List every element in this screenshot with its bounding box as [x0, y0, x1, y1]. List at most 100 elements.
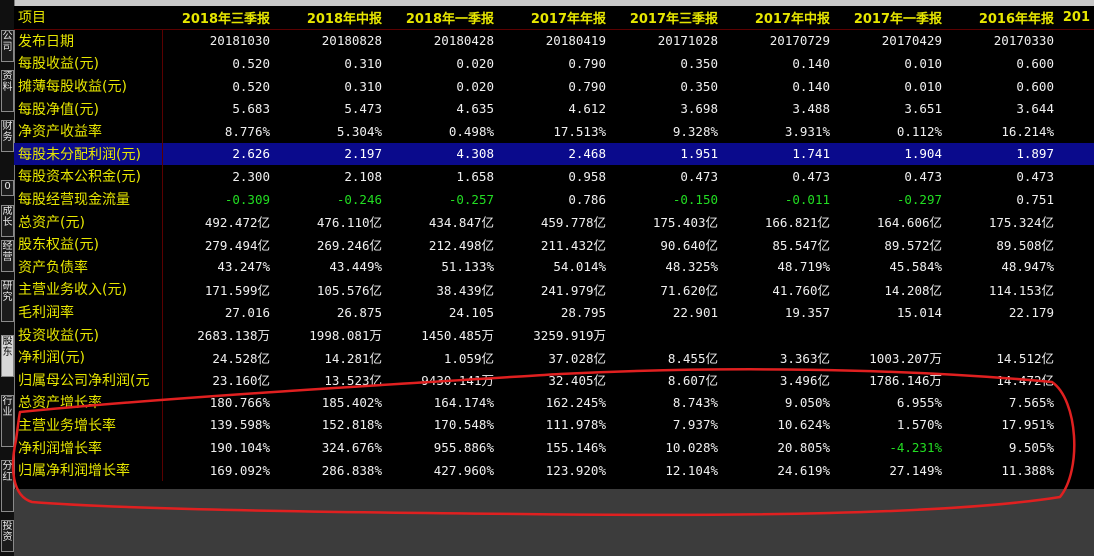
table-cell: 1.570%	[896, 417, 942, 433]
table-cell: 0.786	[568, 191, 606, 207]
sidebar-tab[interactable]: 0	[1, 180, 14, 196]
column-header[interactable]: 2017年中报	[722, 6, 834, 30]
sidebar-tab[interactable]: 投资	[1, 520, 14, 552]
table-cell: 0.020	[456, 55, 494, 71]
table-row[interactable]: 净利润(元) 24.528亿 14.281亿 1.059亿 37.028亿 8.455亿 3…	[14, 345, 1094, 369]
table-cell: 0.498%	[448, 123, 494, 139]
table-row[interactable]: 股东权益(元) 279.494亿 269.246亿 212.498亿 211.432亿 9…	[14, 232, 1094, 256]
table-row[interactable]: 总资产(元) 492.472亿 476.110亿 434.847亿 459.778亿 17…	[14, 210, 1094, 233]
table-cell: 17.951%	[1001, 417, 1054, 433]
table-cell: 41.760亿	[772, 282, 830, 298]
sidebar-tab[interactable]: 公司	[1, 30, 14, 62]
table-cell: 89.508亿	[996, 237, 1054, 253]
column-header[interactable]: 201	[1058, 6, 1094, 30]
table-cell: -4.231%	[889, 440, 942, 456]
table-row[interactable]: 资产负债率 43.247% 43.449% 51.133% 54.014% 48.325%…	[14, 255, 1094, 279]
sidebar-tab[interactable]: 行业	[1, 395, 14, 447]
table-cell: 241.979亿	[540, 282, 606, 298]
table-cell: 155.146%	[545, 440, 606, 456]
table-row[interactable]: 每股收益(元) 0.520 0.310 0.020 0.790 0.350 0.140 0.0…	[14, 52, 1094, 75]
column-header[interactable]: 2017年一季报	[834, 6, 946, 30]
table-cell: 20181030	[209, 33, 270, 49]
table-cell: 0.958	[568, 168, 606, 184]
row-label: 股东权益(元)	[14, 232, 163, 256]
table-cell	[1058, 301, 1094, 324]
table-cell: 1786.146万	[869, 373, 942, 389]
table-row[interactable]: 净利润增长率 190.104% 324.676% 955.886% 155.146% 10…	[14, 436, 1094, 459]
table-cell: -0.011	[784, 191, 830, 207]
sidebar-tab[interactable]: 资料	[1, 70, 14, 112]
column-header[interactable]: 2017年三季报	[610, 6, 722, 30]
table-cell: 15.014	[896, 304, 942, 320]
sidebar-tab[interactable]: 财务	[1, 120, 14, 152]
table-cell: 175.324亿	[988, 215, 1054, 231]
table-row[interactable]: 总资产增长率 180.766% 185.402% 164.174% 162.245% 8.…	[14, 391, 1094, 414]
table-cell	[1058, 459, 1094, 482]
table-row[interactable]: 摊薄每股收益(元) 0.520 0.310 0.020 0.790 0.350 0.140 0…	[14, 74, 1094, 98]
sidebar-tab[interactable]: 经营	[1, 240, 14, 272]
table-cell: 20180428	[433, 33, 494, 49]
table-cell: 20180419	[545, 33, 606, 49]
sidebar-tab[interactable]: 股东	[1, 335, 14, 377]
sidebar-tab[interactable]: 分红	[1, 460, 14, 512]
table-cell: 0.350	[680, 55, 718, 71]
table-cell: 3.698	[680, 101, 718, 117]
table-cell: 4.612	[568, 101, 606, 117]
table-row[interactable]: 主营业务增长率 139.598% 152.818% 170.548% 111.978% 7…	[14, 413, 1094, 437]
table-cell	[1058, 256, 1094, 279]
table-row[interactable]: 归属母公司净利润(元 23.160亿 13.523亿 9430.141万 32.405亿…	[14, 368, 1094, 392]
table-cell: 152.818%	[321, 417, 382, 433]
table-cell: 459.778亿	[540, 215, 606, 231]
table-cell: 3.651	[904, 101, 942, 117]
sidebar-tab[interactable]: 成长	[1, 205, 14, 237]
row-label: 归属母公司净利润(元	[14, 368, 163, 392]
table-row[interactable]: 投资收益(元) 2683.138万 1998.081万 1450.485万 3259.9…	[14, 323, 1094, 346]
table-cell: -0.257	[448, 191, 494, 207]
table-cell: 10.028%	[665, 440, 718, 456]
table-cell: 1003.207万	[869, 350, 942, 366]
column-header[interactable]: 2017年年报	[498, 6, 610, 30]
table-cell: 20170729	[769, 33, 830, 49]
table-cell: 2.626	[162, 142, 274, 166]
table-cell: 0.310	[344, 55, 382, 71]
table-cell: 9.328%	[672, 123, 718, 139]
table-cell: 85.547亿	[772, 237, 830, 253]
table-cell: 162.245%	[545, 394, 606, 410]
table-row[interactable]: 净资产收益率 8.776% 5.304% 0.498% 17.513% 9.328% 3.9…	[14, 119, 1094, 143]
table-cell	[1058, 188, 1094, 211]
table-cell: 0.140	[792, 55, 830, 71]
table-cell: 0.473	[680, 168, 718, 184]
table-row[interactable]: 每股资本公积金(元) 2.300 2.108 1.658 0.958 0.473 0.473…	[14, 165, 1094, 188]
row-label: 每股资本公积金(元)	[14, 165, 163, 188]
sidebar-tab[interactable]: 研究	[1, 280, 14, 322]
table-row[interactable]: 每股净值(元) 5.683 5.473 4.635 4.612 3.698 3.488 3.6…	[14, 97, 1094, 120]
column-header[interactable]: 2018年中报	[274, 6, 386, 30]
table-cell: 0.600	[1016, 55, 1054, 71]
table-cell: 4.308	[386, 142, 498, 166]
table-cell	[834, 323, 946, 346]
table-cell	[1058, 278, 1094, 301]
column-header[interactable]: 2018年三季报	[162, 6, 274, 30]
table-cell: 5.683	[232, 101, 270, 117]
table-cell: -0.150	[672, 191, 718, 207]
table-cell: 0.112%	[896, 123, 942, 139]
column-header[interactable]: 2016年年报	[946, 6, 1058, 30]
table-row[interactable]: 每股未分配利润(元) 2.626 2.197 4.308 2.468 1.951 1.741…	[14, 142, 1094, 166]
table-row[interactable]: 发布日期 20181030 20180828 20180428 20180419 2017…	[14, 29, 1094, 53]
row-label: 主营业务增长率	[14, 413, 163, 437]
table-cell: 54.014%	[553, 259, 606, 275]
table-cell	[1058, 369, 1094, 392]
table-cell: 2.108	[344, 168, 382, 184]
table-row[interactable]: 归属净利润增长率 169.092% 286.838% 427.960% 123.920%…	[14, 458, 1094, 482]
table-row[interactable]: 毛利润率 27.016 26.875 24.105 28.795 22.901 19.357…	[14, 300, 1094, 324]
table-row[interactable]: 每股经营现金流量 -0.309 -0.246 -0.257 0.786 -0.150 -0.…	[14, 187, 1094, 211]
column-header[interactable]: 2018年一季报	[386, 6, 498, 30]
table-cell: 13.523亿	[324, 373, 382, 389]
table-cell: 8.743%	[672, 394, 718, 410]
table-cell: 0.010	[904, 78, 942, 94]
row-label: 归属净利润增长率	[14, 458, 163, 482]
table-cell	[1058, 75, 1094, 98]
table-cell: 190.104%	[209, 440, 270, 456]
table-row[interactable]: 主营业务收入(元) 171.599亿 105.576亿 38.439亿 241.979亿…	[14, 278, 1094, 301]
table-cell: -0.246	[336, 191, 382, 207]
